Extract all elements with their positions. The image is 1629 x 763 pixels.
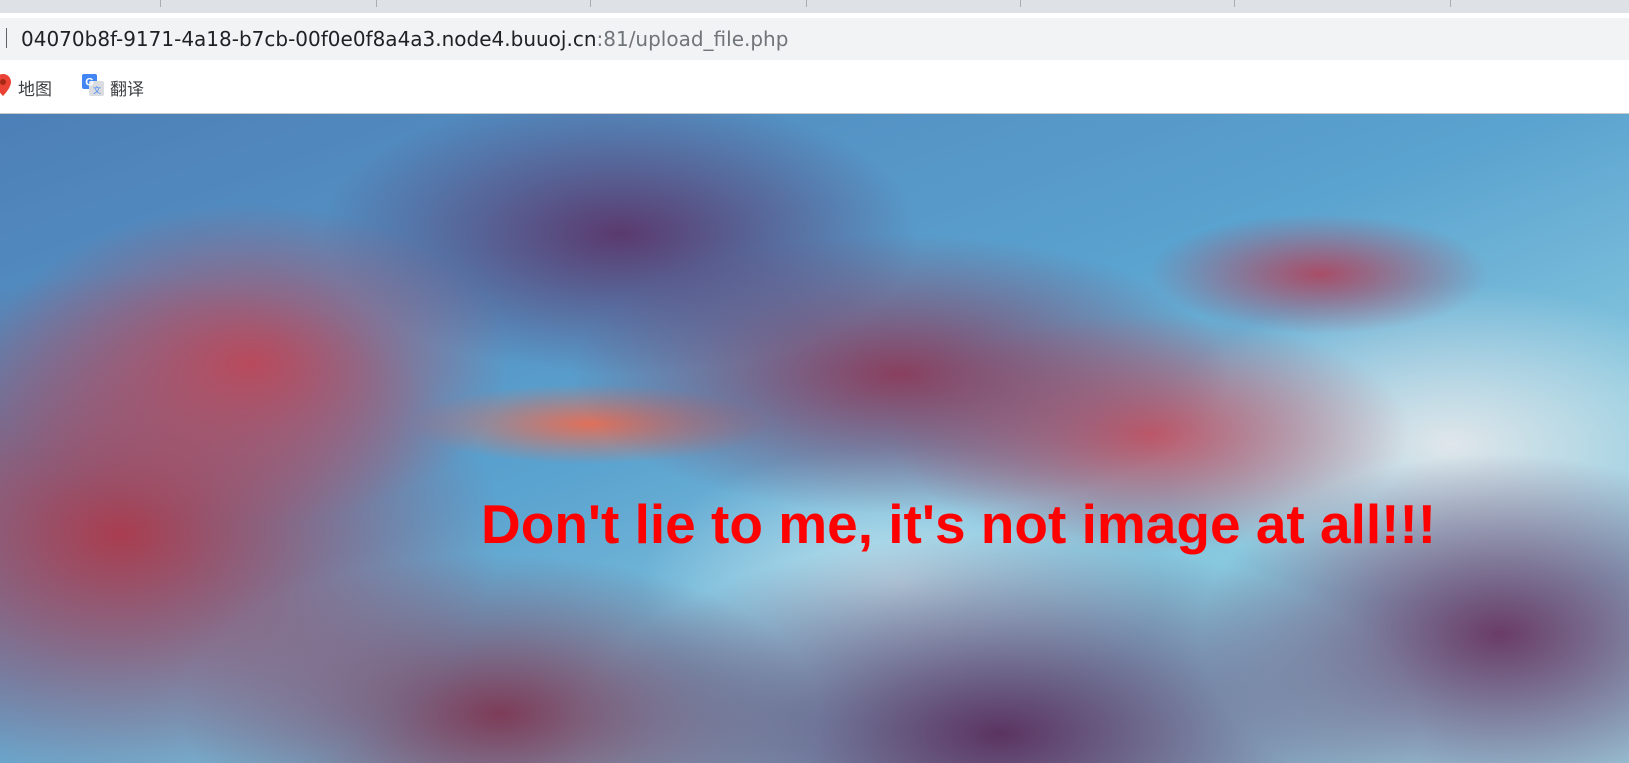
bookmark-label: 地图 bbox=[18, 79, 52, 100]
tab-separator bbox=[376, 0, 377, 7]
tab-separator bbox=[806, 0, 807, 7]
tab-strip bbox=[0, 0, 1629, 13]
tab-separator bbox=[1020, 0, 1021, 7]
bookmark-label: 翻译 bbox=[110, 79, 144, 100]
google-translate-icon: G 文 bbox=[82, 74, 104, 100]
url-path: :81/upload_file.php bbox=[596, 27, 789, 51]
bookmarks-bar: 地图 G 文 翻译 bbox=[0, 60, 1629, 114]
address-bar[interactable]: 04070b8f-9171-4a18-b7cb-00f0e0f8a4a3.nod… bbox=[0, 18, 1629, 60]
tab-separator bbox=[160, 0, 161, 7]
bookmark-maps[interactable]: 地图 bbox=[0, 73, 52, 101]
tab-separator bbox=[590, 0, 591, 7]
text-cursor bbox=[6, 28, 7, 48]
tab-separator bbox=[1234, 0, 1235, 7]
tab-separator bbox=[1450, 0, 1451, 7]
bookmark-translate[interactable]: G 文 翻译 bbox=[82, 74, 144, 100]
url-text[interactable]: 04070b8f-9171-4a18-b7cb-00f0e0f8a4a3.nod… bbox=[21, 27, 788, 51]
page-background-image: Don't lie to me, it's not image at all!!… bbox=[0, 114, 1629, 763]
maps-pin-icon bbox=[0, 73, 12, 101]
svg-text:文: 文 bbox=[93, 85, 101, 95]
url-host: 04070b8f-9171-4a18-b7cb-00f0e0f8a4a3.nod… bbox=[21, 27, 597, 51]
error-message: Don't lie to me, it's not image at all!!… bbox=[481, 493, 1437, 555]
